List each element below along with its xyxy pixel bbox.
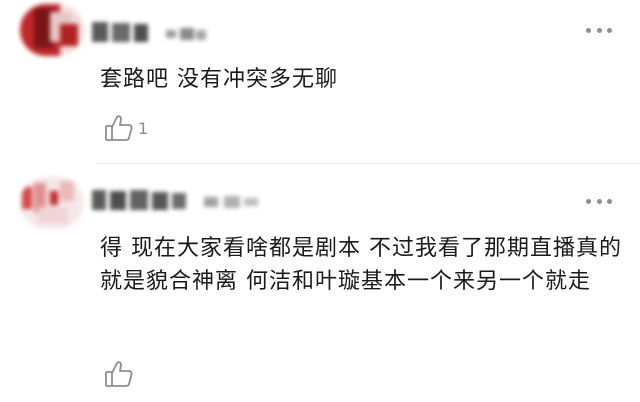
like-button[interactable]: 1 [104, 113, 148, 143]
comment-item: 套路吧 没有冲突多无聊 1 [0, 0, 640, 164]
like-count: 1 [138, 119, 149, 138]
thumbs-up-icon [104, 359, 134, 389]
more-dots-icon [586, 27, 591, 33]
username-blurred[interactable] [92, 188, 272, 212]
comment-divider [96, 163, 640, 164]
more-options-button[interactable] [586, 24, 612, 36]
thumbs-up-icon [104, 113, 134, 143]
like-button[interactable] [104, 359, 138, 389]
more-dots-icon [586, 198, 591, 204]
comment-item: 得 现在大家看啥都是剧本 不过我看了那期直播真的就是貌合神离 何洁和叶璇基本一个… [0, 165, 640, 402]
avatar[interactable] [20, 177, 84, 229]
comment-text: 得 现在大家看啥都是剧本 不过我看了那期直播真的就是貌合神离 何洁和叶璇基本一个… [100, 236, 622, 294]
avatar[interactable] [20, 4, 84, 56]
username-blurred[interactable] [92, 20, 222, 44]
more-options-button[interactable] [586, 195, 612, 207]
comment-text: 套路吧 没有冲突多无聊 [100, 67, 338, 92]
